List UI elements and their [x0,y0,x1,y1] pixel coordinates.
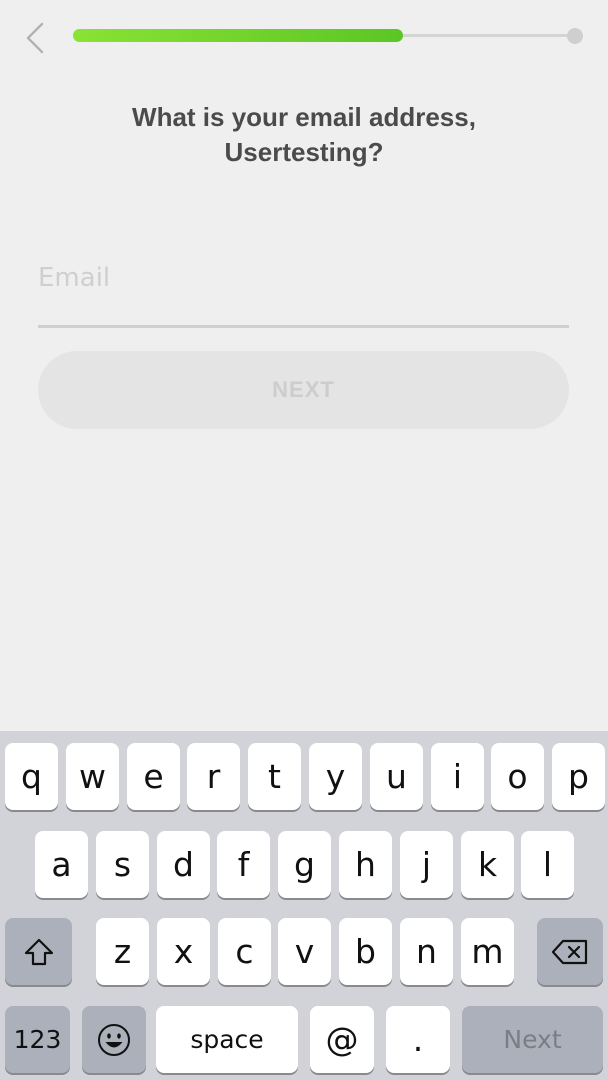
key-w[interactable]: w [66,743,119,810]
key-t[interactable]: t [248,743,301,810]
emoji-key[interactable] [82,1006,146,1073]
key-v[interactable]: v [278,918,331,985]
email-input[interactable] [38,255,569,301]
key-p[interactable]: p [552,743,605,810]
on-screen-keyboard: 123 space @ . Next qwertyuiop asdfghjkl zx… [0,731,608,1080]
key-z[interactable]: z [96,918,149,985]
title-line-2: Usertesting? [224,137,384,167]
back-button[interactable] [22,20,50,56]
at-key[interactable]: @ [310,1006,374,1073]
page-title: What is your email address, Usertesting? [0,100,608,170]
progress-fill [73,29,403,42]
key-a[interactable]: a [35,831,88,898]
key-k[interactable]: k [461,831,514,898]
key-o[interactable]: o [491,743,544,810]
backspace-icon [551,939,588,964]
return-next-key[interactable]: Next [462,1006,603,1073]
key-s[interactable]: s [96,831,149,898]
shift-key[interactable] [5,918,72,985]
key-l[interactable]: l [521,831,574,898]
space-key[interactable]: space [156,1006,298,1073]
key-g[interactable]: g [278,831,331,898]
key-f[interactable]: f [217,831,270,898]
emoji-icon [98,1023,130,1056]
email-field-container [38,255,569,328]
key-m[interactable]: m [461,918,514,985]
key-j[interactable]: j [400,831,453,898]
key-b[interactable]: b [339,918,392,985]
key-x[interactable]: x [157,918,210,985]
key-h[interactable]: h [339,831,392,898]
progress-end-dot [567,28,583,44]
key-u[interactable]: u [370,743,423,810]
next-button[interactable]: NEXT [38,351,569,429]
key-r[interactable]: r [187,743,240,810]
key-n[interactable]: n [400,918,453,985]
delete-key[interactable] [537,918,603,985]
title-line-1: What is your email address, [132,102,476,132]
key-e[interactable]: e [127,743,180,810]
numbers-key[interactable]: 123 [5,1006,70,1073]
key-i[interactable]: i [431,743,484,810]
key-q[interactable]: q [5,743,58,810]
key-c[interactable]: c [218,918,271,985]
dot-key[interactable]: . [386,1006,450,1073]
chevron-left-icon [26,22,44,54]
key-y[interactable]: y [309,743,362,810]
shift-icon [24,938,53,965]
key-d[interactable]: d [157,831,210,898]
